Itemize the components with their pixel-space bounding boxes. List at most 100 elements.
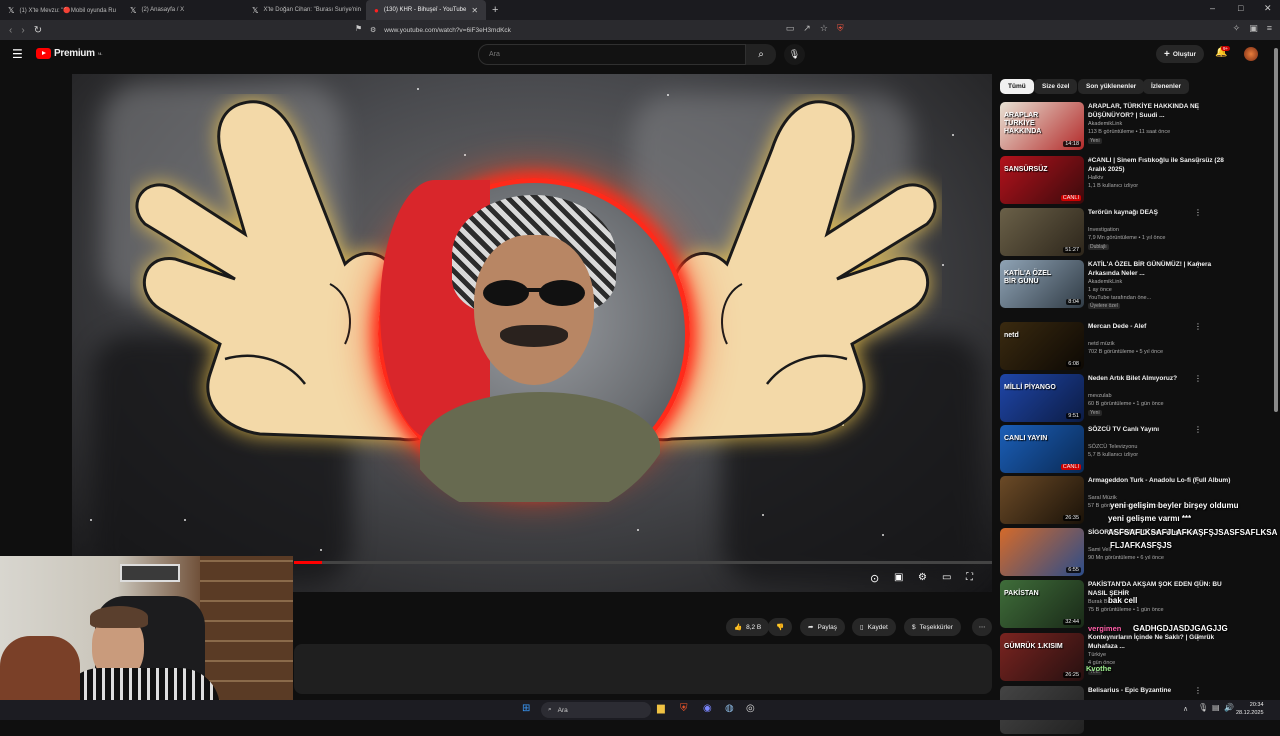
video-title[interactable]: Neden Artık Bilet Almıyoruz? <box>1088 374 1238 383</box>
related-video-item[interactable]: SANSÜRSÜZ CANLI #CANLI | Sinem Fıstıkoğlu … <box>1000 156 1270 206</box>
video-thumbnail[interactable]: KATİL'A ÖZEL BİR GÜNÜ 8:04 <box>1000 260 1084 308</box>
video-thumbnail[interactable]: netd 6:08 <box>1000 322 1084 370</box>
windows-start-icon[interactable]: ⊞ <box>522 703 530 714</box>
search-button[interactable]: ⌕ <box>746 44 776 65</box>
settings-gear-icon[interactable]: ⚙ <box>918 572 927 583</box>
network-icon[interactable]: ▤ <box>1212 703 1220 712</box>
save-button[interactable]: ▯ Kaydet <box>852 618 896 636</box>
channel-name[interactable]: Investigation <box>1088 227 1119 233</box>
share-button[interactable]: ➦ Paylaş <box>800 618 845 636</box>
share-page-icon[interactable]: ↗ <box>803 23 811 34</box>
minimize-icon[interactable]: – <box>1210 3 1215 13</box>
hamburger-menu-icon[interactable]: ☰ <box>12 47 23 61</box>
more-actions-button[interactable]: ⋯ <box>972 618 992 636</box>
leo-icon[interactable]: ✧ <box>1233 23 1241 34</box>
more-vert-icon[interactable]: ⋮ <box>1194 374 1202 383</box>
obs-icon[interactable]: ◎ <box>746 703 755 714</box>
video-thumbnail[interactable]: PAKİSTAN 32:44 <box>1000 580 1084 628</box>
system-clock[interactable]: 20:34 28.12.2025 <box>1236 701 1264 717</box>
video-thumbnail[interactable]: MİLLİ PİYANGO 9:51 <box>1000 374 1084 422</box>
search-input[interactable]: Ara <box>478 44 746 65</box>
browser-tab-1[interactable]: 𝕏 (1) X'te Mevzu: "🔴Mobil oyunda Ru <box>0 0 122 20</box>
channel-name[interactable]: mevzulab <box>1088 393 1112 399</box>
youtube-logo[interactable]: Premium NL <box>36 48 102 59</box>
page-scrollbar[interactable] <box>1274 48 1278 412</box>
taskbar-search[interactable]: ⌕ Ara <box>541 702 651 718</box>
video-title[interactable]: Terörün kaynağı DEAŞ <box>1088 208 1238 217</box>
close-window-icon[interactable]: ✕ <box>1264 3 1272 14</box>
create-button[interactable]: + Oluştur <box>1156 45 1204 63</box>
steam-icon[interactable]: ◍ <box>725 703 734 714</box>
related-video-item[interactable]: PAKİSTAN 32:44 PAKİSTAN'DA AKŞAM ŞOK EDEN … <box>1000 580 1270 630</box>
channel-name[interactable]: netd müzik <box>1088 341 1115 347</box>
miniplayer-icon[interactable]: ▭ <box>942 572 951 583</box>
close-tab-icon[interactable]: ✕ <box>471 6 478 15</box>
video-title[interactable]: Mercan Dede - Alef <box>1088 322 1238 331</box>
autoplay-toggle-icon[interactable]: ⊙ <box>870 572 879 585</box>
video-thumbnail[interactable]: 6:55 <box>1000 528 1084 576</box>
more-vert-icon[interactable]: ⋮ <box>1194 425 1202 434</box>
video-thumbnail[interactable]: 51:27 <box>1000 208 1084 256</box>
more-vert-icon[interactable]: ⋮ <box>1194 156 1202 165</box>
video-title[interactable]: Konteynırların İçinde Ne Saklı? | Gümrük… <box>1088 633 1238 651</box>
video-thumbnail[interactable]: 26:35 <box>1000 476 1084 524</box>
channel-name[interactable]: AkademikLink <box>1088 279 1122 285</box>
related-video-item[interactable]: ARAPLAR TÜRKİYE HAKKINDA 14:18 ARAPLAR, TÜ… <box>1000 102 1270 152</box>
more-vert-icon[interactable]: ⋮ <box>1194 633 1202 642</box>
chip-for-you[interactable]: Size özel <box>1034 79 1078 94</box>
new-tab-button[interactable]: + <box>492 4 498 16</box>
tray-chevron-icon[interactable]: ∧ <box>1183 705 1188 713</box>
file-explorer-icon[interactable]: ▆ <box>657 703 665 714</box>
more-vert-icon[interactable]: ⋮ <box>1194 102 1202 111</box>
fullscreen-icon[interactable]: ⛶ <box>966 572 973 583</box>
video-progress-bar[interactable] <box>294 561 992 564</box>
back-icon[interactable]: ‹ <box>9 25 12 36</box>
browser-tab-3[interactable]: 𝕏 X'te Doğan Cihan: "Burası Suriye'nin <box>244 0 366 20</box>
discord-icon[interactable]: ◉ <box>703 703 712 714</box>
video-thumbnail[interactable]: CANLI YAYIN CANLI <box>1000 425 1084 473</box>
forward-icon[interactable]: › <box>21 25 24 36</box>
more-vert-icon[interactable]: ⋮ <box>1194 208 1202 217</box>
related-video-item[interactable]: KATİL'A ÖZEL BİR GÜNÜ 8:04 KATİL'A ÖZEL Bİ… <box>1000 260 1270 310</box>
browser-tab-2[interactable]: 𝕏 (2) Anasayfa / X <box>122 0 244 20</box>
related-video-item[interactable]: netd 6:08 Mercan Dede - Alef netd müzik 702 … <box>1000 322 1270 372</box>
dislike-button[interactable]: 👎 <box>768 618 792 636</box>
video-title[interactable]: KATİL'A ÖZEL BİR GÜNÜMÜZ! | Kamera Arkas… <box>1088 260 1238 278</box>
chip-watched[interactable]: İzlenenler <box>1143 79 1189 94</box>
video-title[interactable]: SÖZCÜ TV Canlı Yayını <box>1088 425 1238 434</box>
video-title[interactable]: Belisarius - Epic Byzantine <box>1088 686 1238 695</box>
account-avatar[interactable] <box>1244 47 1258 61</box>
bookmark-icon[interactable]: ⚑ <box>355 24 362 33</box>
subtitles-icon[interactable]: ▣ <box>894 572 903 583</box>
brave-browser-icon[interactable]: ⛨ <box>680 703 688 714</box>
brave-shield-icon[interactable]: ⛨ <box>837 23 844 34</box>
more-vert-icon[interactable]: ⋮ <box>1194 322 1202 331</box>
maximize-icon[interactable]: □ <box>1238 3 1243 13</box>
browser-tab-youtube[interactable]: ● (130) KHR - Bihuşeî - YouTube ✕ <box>366 0 486 20</box>
channel-name[interactable]: Halktv <box>1088 175 1103 181</box>
related-video-item[interactable]: CANLI YAYIN CANLI SÖZCÜ TV Canlı Yayını SÖZ… <box>1000 425 1270 475</box>
channel-name[interactable]: SÖZCÜ Televizyonu <box>1088 444 1137 450</box>
video-title[interactable]: ARAPLAR, TÜRKİYE HAKKINDA NE DÜŞÜNÜYOR? … <box>1088 102 1238 120</box>
channel-name[interactable]: Sami Veli <box>1088 547 1111 553</box>
url-field[interactable]: ⚙ www.youtube.com/watch?v=6iF3eH3mdKck <box>370 23 870 37</box>
video-thumbnail[interactable]: GÜMRÜK 1.KISIM 26:25 <box>1000 633 1084 681</box>
more-vert-icon[interactable]: ⋮ <box>1194 686 1202 695</box>
channel-name[interactable]: Türkiye <box>1088 652 1106 658</box>
like-button[interactable]: 👍 8,2 B <box>726 618 770 636</box>
video-title[interactable]: Armageddon Turk - Anadolu Lo-fi (Full Al… <box>1088 476 1238 485</box>
volume-icon[interactable]: 🔊 <box>1224 703 1234 712</box>
site-info-icon[interactable]: ⚙ <box>370 26 376 34</box>
browser-menu-icon[interactable]: ≡ <box>1267 23 1272 34</box>
more-vert-icon[interactable]: ⋮ <box>1194 580 1202 589</box>
description-box[interactable] <box>294 644 992 694</box>
video-title[interactable]: #CANLI | Sinem Fıstıkoğlu ile Sansürsüz … <box>1088 156 1238 174</box>
reload-icon[interactable]: ↻ <box>34 25 42 36</box>
screenshot-icon[interactable]: ▭ <box>786 23 795 34</box>
related-video-item[interactable]: GÜMRÜK 1.KISIM 26:25 Konteynırların İçinde… <box>1000 633 1270 683</box>
related-video-item[interactable]: 51:27 Terörün kaynağı DEAŞ Investigation 7,… <box>1000 208 1270 258</box>
chip-all[interactable]: Tümü <box>1000 79 1034 94</box>
chip-recent[interactable]: Son yüklenenler <box>1078 79 1145 94</box>
related-video-item[interactable]: MİLLİ PİYANGO 9:51 Neden Artık Bilet Almıy… <box>1000 374 1270 424</box>
video-thumbnail[interactable]: SANSÜRSÜZ CANLI <box>1000 156 1084 204</box>
